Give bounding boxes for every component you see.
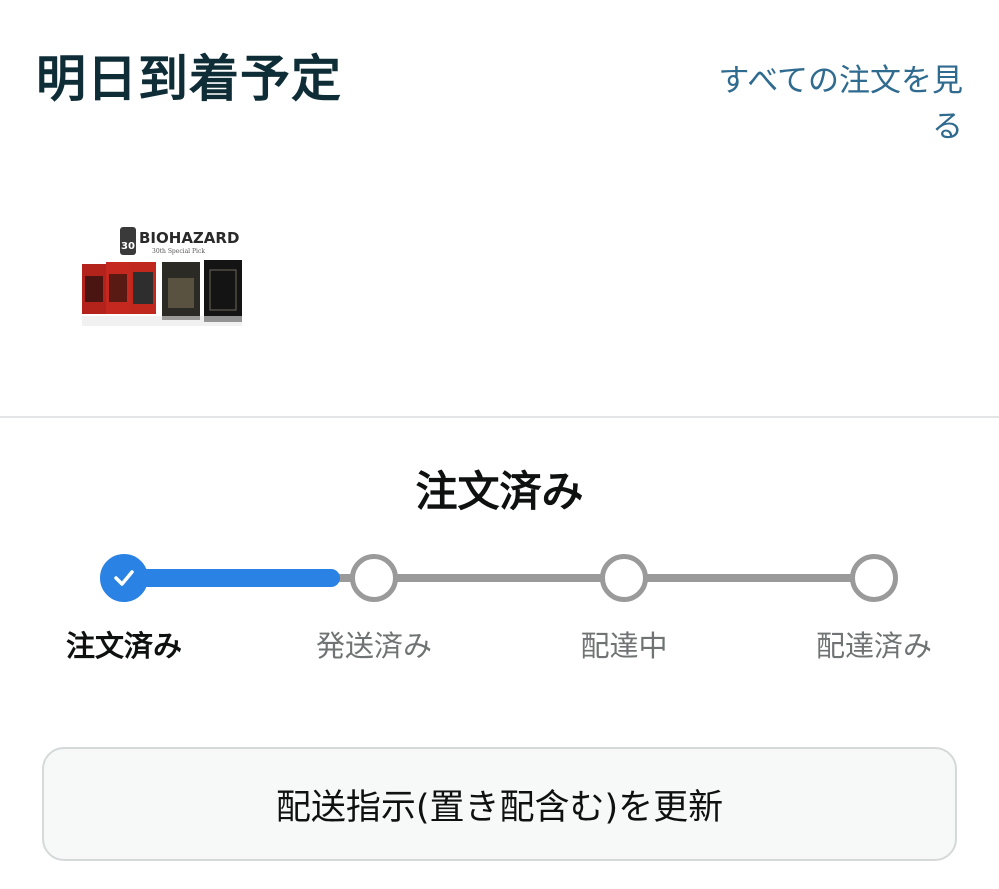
step-node-in-transit (600, 554, 648, 602)
product-image[interactable]: 30 BIOHAZARD 30th Special Pick (78, 224, 246, 330)
step-label-ordered: 注文済み (65, 629, 182, 663)
view-all-orders-link[interactable]: すべての注文を見る (693, 58, 963, 150)
shipment-status-title: 注文済み (415, 467, 584, 516)
update-delivery-instructions-button[interactable]: 配送指示(置き配含む)を更新 (42, 747, 957, 861)
shipment-progress-tracker: 注文済み 発送済み 配達中 配達済み (0, 540, 999, 680)
logo-subtext: 30th Special Pick (152, 248, 205, 255)
check-icon (114, 570, 134, 586)
order-delivery-card: 明日到着予定 すべての注文を見る 30 BIOHAZARD 30th Speci… (0, 0, 999, 889)
step-label-shipped: 発送済み (315, 629, 432, 663)
product-box-art: 30 BIOHAZARD 30th Special Pick (82, 227, 242, 326)
step-node-ordered (100, 554, 148, 602)
section-divider (0, 416, 999, 418)
step-label-in-transit: 配達中 (580, 629, 668, 663)
logo-badge-text: 30 (121, 241, 135, 252)
progress-track-filled (124, 569, 340, 587)
logo-text: BIOHAZARD (139, 229, 239, 247)
step-node-shipped (350, 554, 398, 602)
step-node-delivered (850, 554, 898, 602)
step-label-delivered: 配達済み (815, 629, 932, 663)
delivery-estimate-title: 明日到着予定 (36, 50, 342, 108)
